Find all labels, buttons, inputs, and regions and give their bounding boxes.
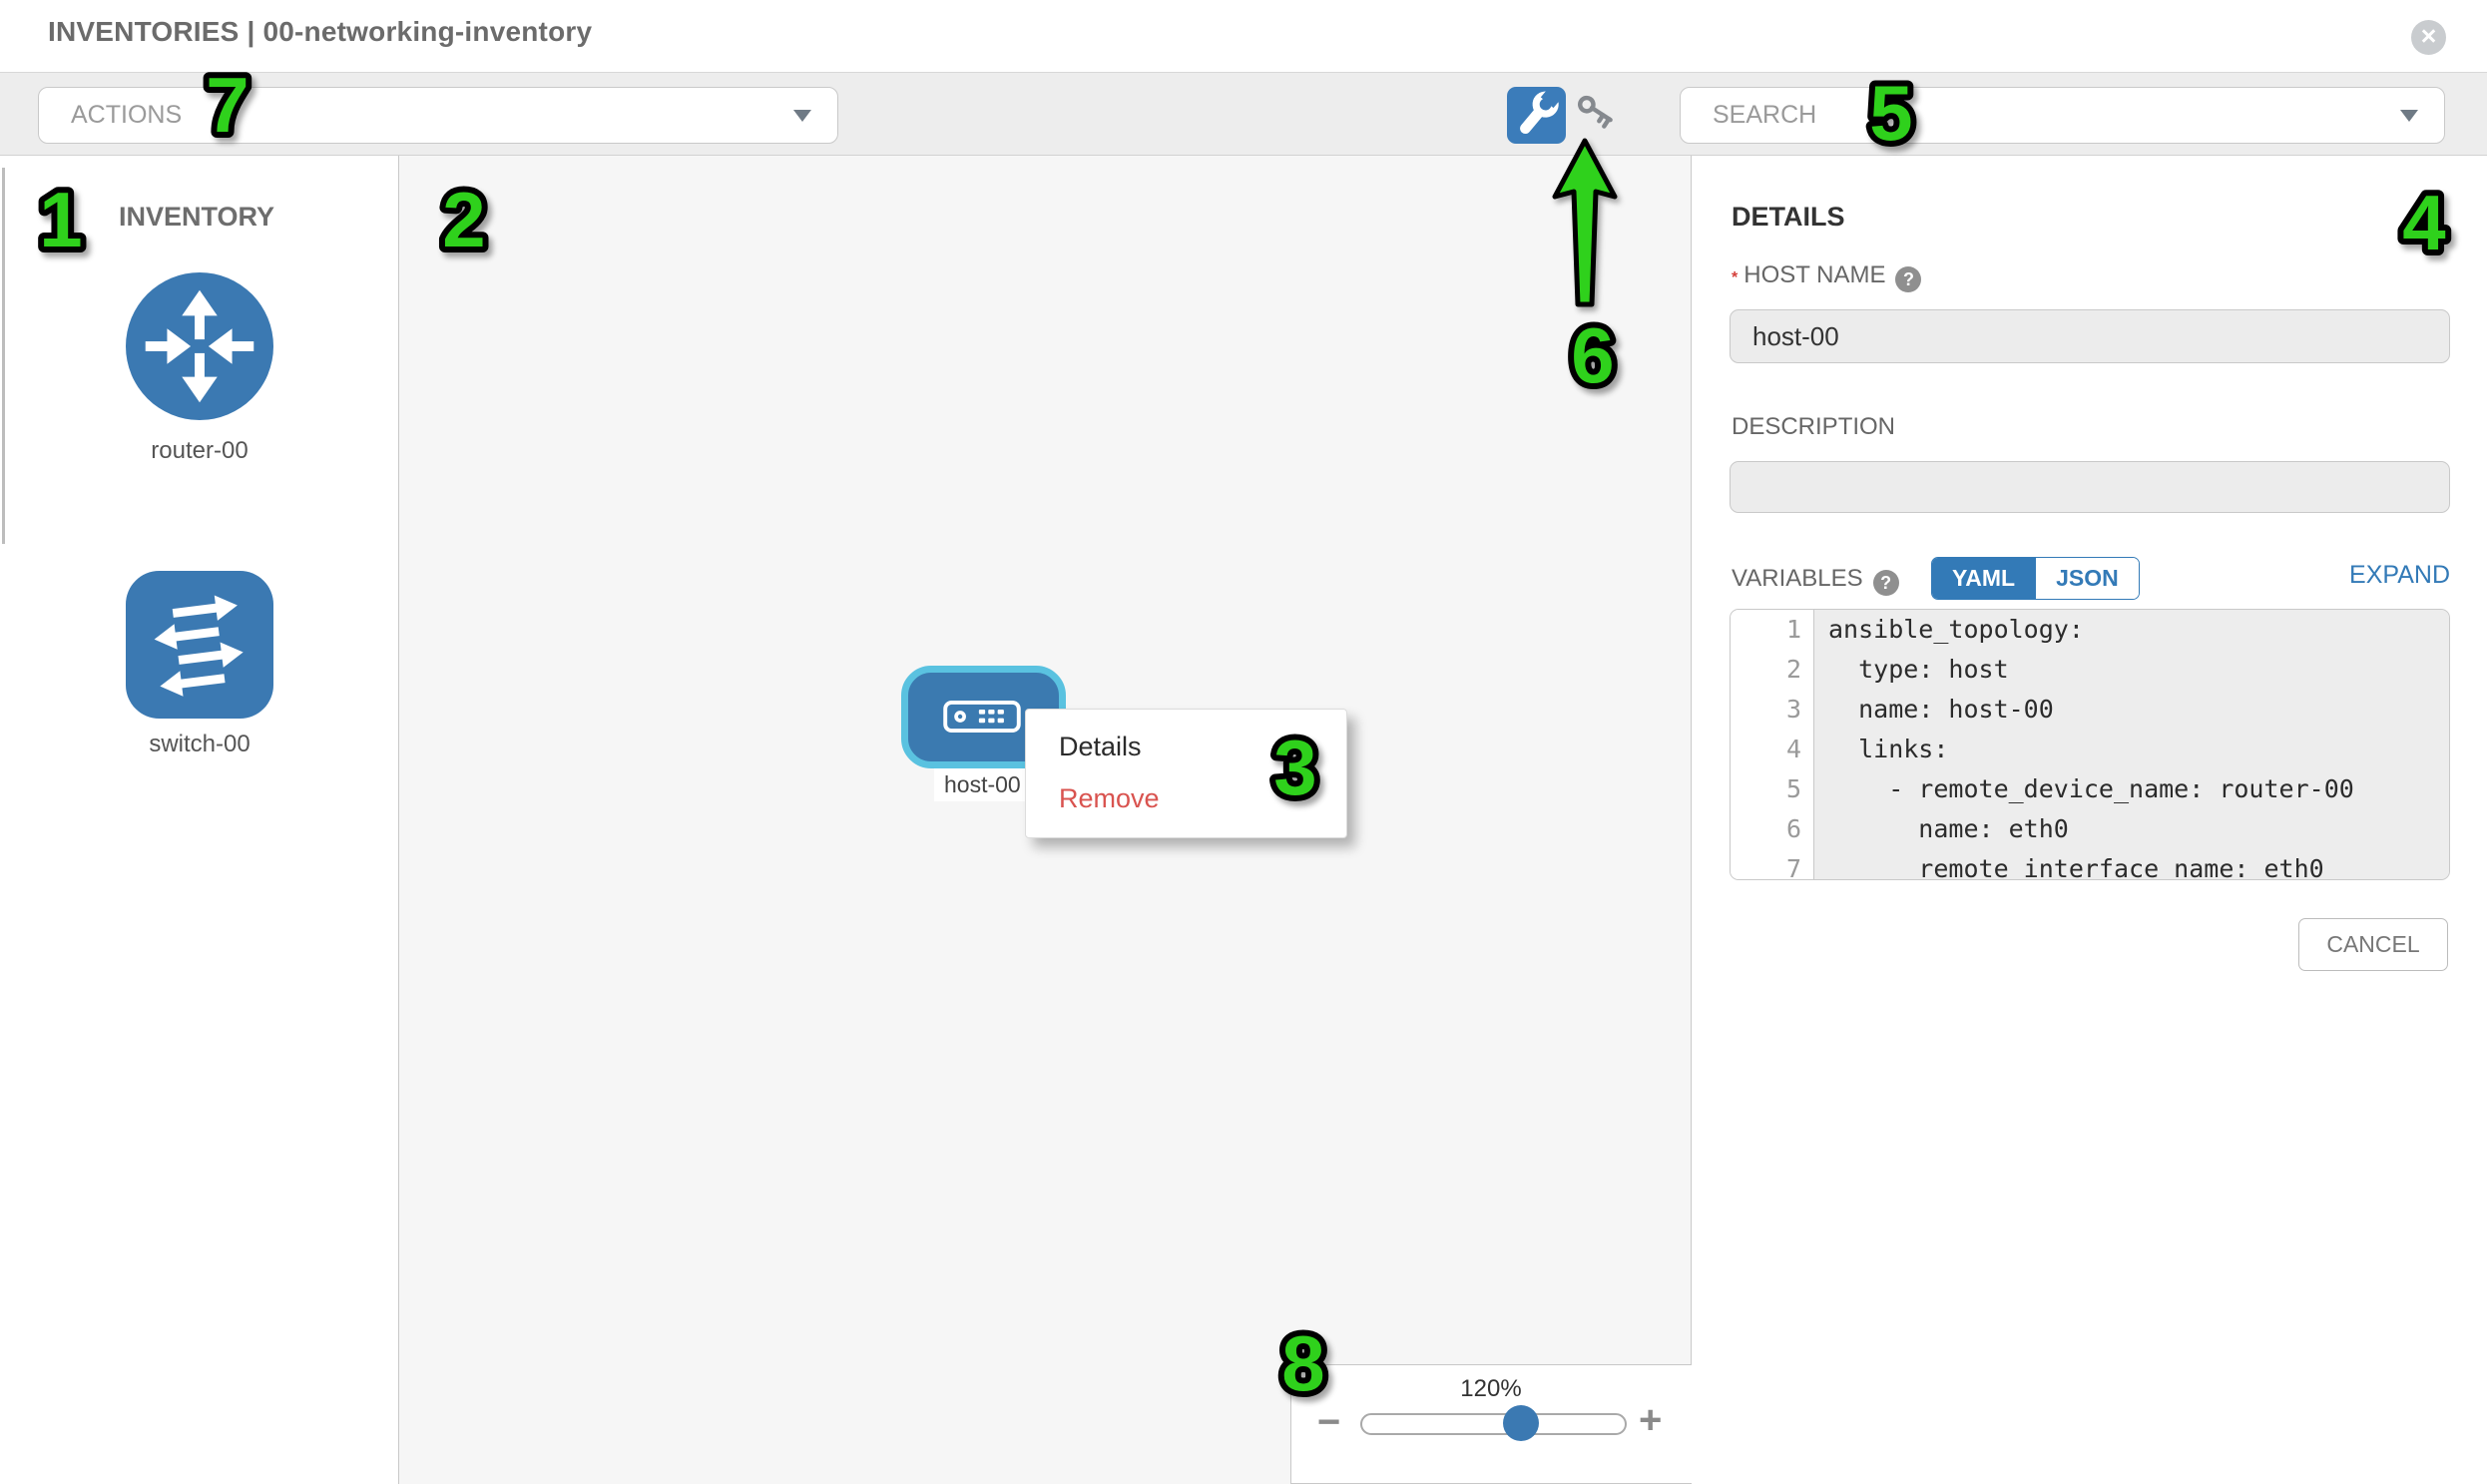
variables-format-toggle: YAML JSON xyxy=(1931,557,2140,600)
key-icon[interactable] xyxy=(1575,93,1621,139)
chevron-down-icon xyxy=(793,110,811,122)
required-asterisk: * xyxy=(1732,269,1738,286)
page-title: INVENTORIES | 00-networking-inventory xyxy=(48,16,592,48)
description-label: DESCRIPTION xyxy=(1732,413,1895,441)
server-icon xyxy=(941,699,1023,735)
host-name-label: HOST NAME xyxy=(1743,261,1885,288)
device-label: switch-00 xyxy=(90,731,309,758)
svg-text:4: 4 xyxy=(2402,179,2445,266)
description-input[interactable] xyxy=(1730,461,2450,513)
toggle-toolbox-button[interactable] xyxy=(1507,87,1566,144)
code-line: 1ansible_topology: xyxy=(1731,610,2449,650)
host-name-input[interactable] xyxy=(1730,309,2450,363)
code-line: 4 links: xyxy=(1731,730,2449,769)
code-line: 5 - remote_device_name: router-00 xyxy=(1731,769,2449,809)
wrench-icon xyxy=(1507,131,1566,148)
context-menu-item-remove[interactable]: Remove xyxy=(1059,783,1160,814)
sidebar-item-switch[interactable] xyxy=(126,571,273,719)
host-name-row: * HOST NAME? xyxy=(1732,261,1921,292)
actions-dropdown-placeholder: ACTIONS xyxy=(39,88,837,143)
variables-row: VARIABLES? xyxy=(1732,565,1899,596)
switch-icon xyxy=(126,706,273,723)
search-dropdown-placeholder: SEARCH xyxy=(1681,88,2444,143)
code-line: 7 remote_interface_name: eth0 xyxy=(1731,849,2449,880)
help-icon[interactable]: ? xyxy=(1895,266,1921,292)
cancel-button[interactable]: CANCEL xyxy=(2298,918,2448,971)
chevron-down-icon xyxy=(2400,110,2418,122)
router-icon xyxy=(126,407,273,424)
sidebar-scrollbar[interactable] xyxy=(2,168,5,544)
help-icon[interactable]: ? xyxy=(1873,570,1899,596)
details-panel-title: DETAILS xyxy=(1732,202,1845,233)
search-dropdown[interactable]: SEARCH xyxy=(1680,87,2445,144)
close-icon[interactable]: × xyxy=(2411,20,2446,55)
device-label: router-00 xyxy=(90,437,309,465)
zoom-level-value: 120% xyxy=(1290,1375,1692,1403)
variables-label: VARIABLES xyxy=(1732,565,1863,592)
host-node-label: host-00 xyxy=(934,768,1031,801)
zoom-in-button[interactable]: + xyxy=(1639,1405,1662,1435)
tab-yaml[interactable]: YAML xyxy=(1932,558,2035,599)
zoom-out-button[interactable]: − xyxy=(1317,1407,1340,1437)
inventory-topology-page: INVENTORIES | 00-networking-inventory × … xyxy=(0,0,2487,1484)
variables-code-editor[interactable]: 1ansible_topology: 2 type: host 3 name: … xyxy=(1730,609,2450,880)
sidebar-title: INVENTORY xyxy=(119,202,274,233)
code-line: 2 type: host xyxy=(1731,650,2449,690)
actions-dropdown[interactable]: ACTIONS xyxy=(38,87,838,144)
sidebar-item-router[interactable] xyxy=(126,272,273,420)
code-line: 3 name: host-00 xyxy=(1731,690,2449,730)
zoom-slider-thumb[interactable] xyxy=(1503,1405,1539,1441)
context-menu-item-details[interactable]: Details xyxy=(1059,732,1142,762)
expand-link[interactable]: EXPAND xyxy=(2330,561,2450,590)
annotation-4: 4 xyxy=(2359,160,2487,289)
tab-json[interactable]: JSON xyxy=(2035,558,2139,599)
zoom-slider[interactable] xyxy=(1360,1413,1627,1435)
code-line: 6 name: eth0 xyxy=(1731,809,2449,849)
context-menu: Details Remove xyxy=(1025,709,1347,838)
